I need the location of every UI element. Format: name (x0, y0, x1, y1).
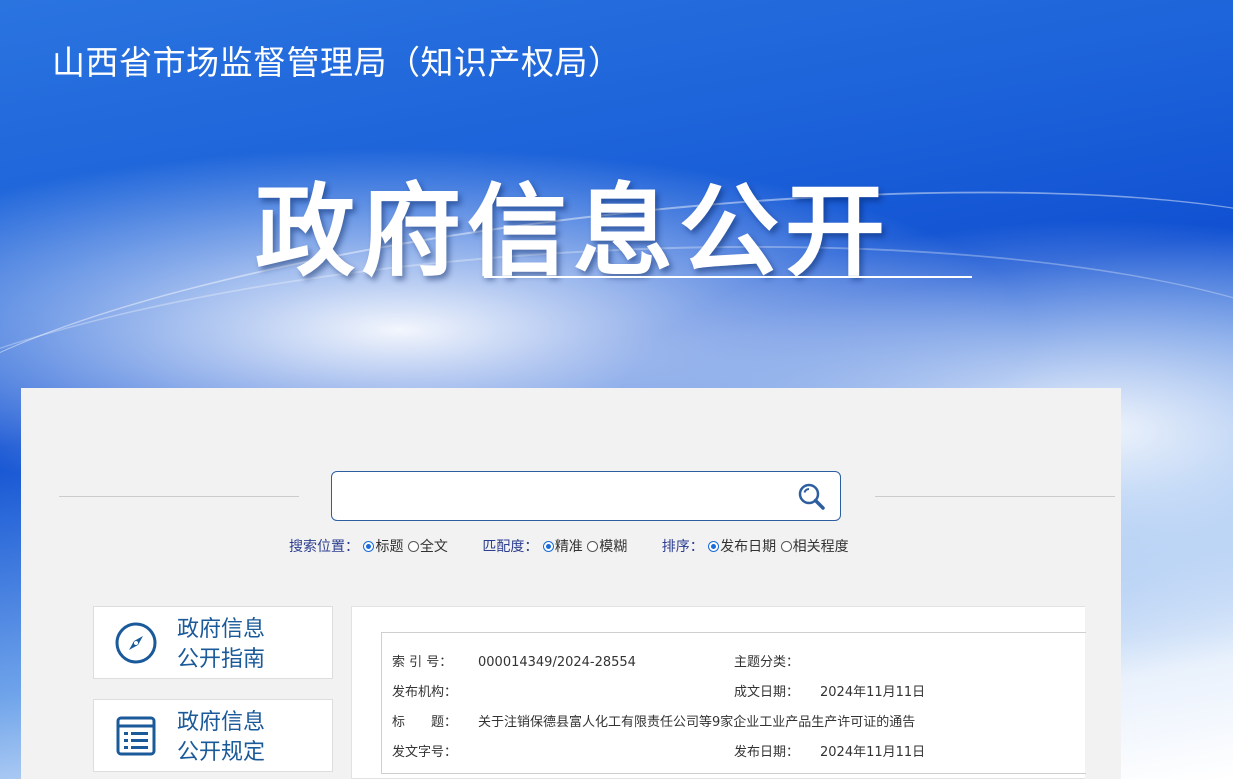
radio-label: 模糊 (599, 539, 628, 555)
sidebar-item-label: 政府信息 公开规定 (177, 708, 297, 768)
sidebar-label-line: 公开指南 (177, 647, 266, 672)
org-title[interactable]: 山西省市场监督管理局（知识产权局） (52, 36, 622, 84)
match-group: 匹配度： 精准 模糊 (482, 536, 627, 556)
meta-key: 发布机构： (392, 685, 458, 700)
radio-exact[interactable] (542, 541, 554, 552)
option-label: 匹配度： (482, 539, 539, 555)
main-panel: 搜索位置： 标题 全文 匹配度： 精准 模糊 排序： 发布日期 相关程度 政府信… (21, 388, 1121, 779)
sidebar-item-label: 政府信息 公开指南 (177, 615, 297, 675)
page-title: 政府信息公开 (255, 173, 891, 290)
search-input[interactable] (342, 472, 786, 520)
meta-key: 标 题： (392, 715, 458, 730)
sidebar-item-guide[interactable]: 政府信息 公开指南 (93, 606, 333, 679)
radio-label: 发布日期 (720, 539, 777, 555)
search-icon[interactable] (796, 481, 828, 513)
meta-row-topic: 主题分类： (734, 651, 820, 670)
meta-value: 2024年11月11日 (820, 685, 926, 700)
document-meta-table: 索 引 号： 000014349/2024-28554 主题分类： 发布机构： 成… (381, 632, 1086, 774)
compass-icon (115, 622, 157, 664)
meta-row-title: 标 题： 关于注销保德县富人化工有限责任公司等9家企业工业产品生产许可证的通告 (392, 711, 915, 730)
radio-fulltext[interactable] (407, 541, 419, 552)
sidebar-label-line: 政府信息 (177, 617, 266, 642)
meta-value: 2024年11月11日 (820, 745, 926, 760)
divider (59, 496, 299, 497)
content-card: 索 引 号： 000014349/2024-28554 主题分类： 发布机构： 成… (351, 606, 1086, 779)
meta-row-index: 索 引 号： 000014349/2024-28554 (392, 651, 636, 670)
search-options: 搜索位置： 标题 全文 匹配度： 精准 模糊 排序： 发布日期 相关程度 (289, 536, 879, 556)
radio-relevance[interactable] (780, 541, 792, 552)
sidebar-label-line: 公开规定 (177, 740, 266, 765)
meta-key: 发布日期： (734, 745, 800, 760)
radio-label: 相关程度 (792, 539, 849, 555)
search-position-group: 搜索位置： 标题 全文 (289, 536, 448, 556)
sidebar-label-line: 政府信息 (177, 710, 266, 735)
radio-label: 全文 (419, 539, 448, 555)
radio-label: 标题 (375, 539, 404, 555)
radio-fuzzy[interactable] (587, 541, 599, 552)
meta-row-publisher: 发布机构： (392, 681, 478, 700)
meta-value: 000014349/2024-28554 (478, 655, 636, 670)
sidebar-item-rules[interactable]: 政府信息 公开规定 (93, 699, 333, 772)
meta-row-created: 成文日期： 2024年11月11日 (734, 681, 925, 700)
document-list-icon (116, 716, 156, 756)
option-label: 搜索位置： (289, 539, 359, 555)
meta-row-published: 发布日期： 2024年11月11日 (734, 741, 925, 760)
meta-value: 关于注销保德县富人化工有限责任公司等9家企业工业产品生产许可证的通告 (478, 715, 916, 730)
meta-key: 主题分类： (734, 655, 800, 670)
meta-key: 索 引 号： (392, 655, 453, 670)
meta-key: 成文日期： (734, 685, 800, 700)
meta-row-docno: 发文字号： (392, 741, 478, 760)
search-box (331, 471, 841, 521)
meta-key: 发文字号： (392, 745, 458, 760)
divider (875, 496, 1115, 497)
radio-title[interactable] (363, 541, 375, 552)
title-underline (484, 276, 972, 278)
radio-label: 精准 (554, 539, 583, 555)
sort-group: 排序： 发布日期 相关程度 (662, 536, 849, 556)
radio-date[interactable] (708, 541, 720, 552)
option-label: 排序： (661, 539, 704, 555)
